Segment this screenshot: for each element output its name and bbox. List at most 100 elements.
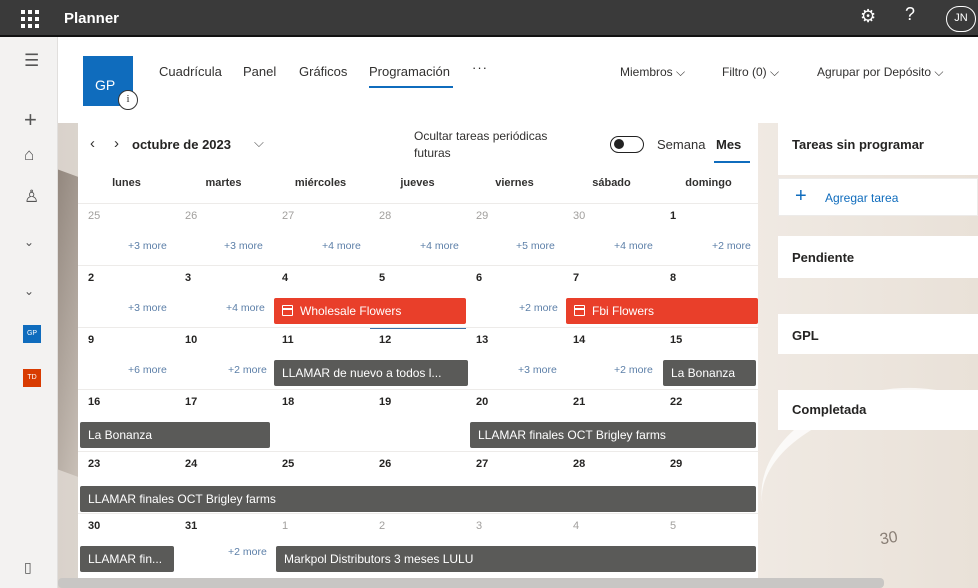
day-number[interactable]: 5 — [670, 520, 676, 532]
bucket-gpl[interactable]: GPL — [778, 314, 978, 354]
day-number[interactable]: 31 — [185, 520, 197, 532]
day-number[interactable]: 4 — [282, 272, 288, 284]
day-number[interactable]: 25 — [282, 458, 294, 470]
day-number[interactable]: 13 — [476, 334, 488, 346]
more-link[interactable]: +3 more — [128, 302, 167, 314]
event-la-bonanza[interactable]: La Bonanza — [80, 422, 270, 448]
day-number[interactable]: 1 — [670, 210, 676, 222]
tab-grid[interactable]: Cuadrícula — [159, 64, 222, 79]
plus-icon[interactable]: + — [0, 107, 58, 133]
group-by-button[interactable]: Agrupar por Depósito ⌵ — [817, 65, 944, 80]
more-link[interactable]: +3 more — [128, 240, 167, 252]
day-number[interactable]: 25 — [88, 210, 100, 222]
day-number[interactable]: 11 — [282, 334, 294, 346]
gear-icon[interactable]: ⚙ — [860, 6, 876, 27]
day-number[interactable]: 8 — [670, 272, 676, 284]
waffle-icon[interactable] — [18, 7, 40, 29]
event-llamar-brigley[interactable]: LLAMAR finales OCT Brigley farms — [80, 486, 756, 512]
day-number[interactable]: 30 — [573, 210, 585, 222]
day-number[interactable]: 28 — [379, 210, 391, 222]
horizontal-scrollbar[interactable] — [58, 578, 884, 588]
day-number[interactable]: 30 — [88, 520, 100, 532]
month-label[interactable]: octubre de 2023 — [132, 137, 231, 152]
day-number[interactable]: 3 — [476, 520, 482, 532]
view-week-button[interactable]: Semana — [657, 137, 705, 152]
app-name[interactable]: Planner — [64, 10, 119, 27]
more-link[interactable]: +2 more — [519, 302, 558, 314]
more-link[interactable]: +5 more — [516, 240, 555, 252]
more-link[interactable]: +4 more — [322, 240, 361, 252]
more-link[interactable]: +3 more — [224, 240, 263, 252]
chevron-down-icon[interactable]: ⌄ — [0, 284, 58, 298]
hamburger-icon[interactable]: ☰ — [0, 51, 58, 71]
next-month-icon[interactable]: › — [114, 135, 119, 152]
avatar[interactable]: JN — [946, 6, 976, 32]
day-number[interactable]: 29 — [476, 210, 488, 222]
day-number[interactable]: 9 — [88, 334, 94, 346]
day-number[interactable]: 21 — [573, 396, 585, 408]
more-tabs-button[interactable]: ··· — [472, 60, 488, 75]
day-number[interactable]: 19 — [379, 396, 391, 408]
previous-month-icon[interactable]: ‹ — [90, 135, 95, 152]
more-link[interactable]: +4 more — [226, 302, 265, 314]
day-number[interactable]: 26 — [185, 210, 197, 222]
more-link[interactable]: +3 more — [518, 364, 557, 376]
members-button[interactable]: Miembros ⌵ — [620, 65, 685, 80]
more-link[interactable]: +4 more — [420, 240, 459, 252]
day-number[interactable]: 1 — [282, 520, 288, 532]
day-number[interactable]: 26 — [379, 458, 391, 470]
event-fbi-flowers[interactable]: Fbi Flowers — [566, 298, 758, 324]
hide-recurring-toggle[interactable] — [610, 136, 644, 153]
day-number[interactable]: 7 — [573, 272, 579, 284]
day-number[interactable]: 4 — [573, 520, 579, 532]
tab-charts[interactable]: Gráficos — [299, 64, 347, 79]
day-number[interactable]: 23 — [88, 458, 100, 470]
bucket-completed[interactable]: Completada — [778, 390, 978, 430]
more-link[interactable]: +2 more — [228, 364, 267, 376]
event-wholesale-flowers[interactable]: Wholesale Flowers — [274, 298, 466, 324]
chevron-down-icon[interactable]: ⌄ — [0, 235, 58, 249]
day-number[interactable]: 27 — [282, 210, 294, 222]
day-number[interactable]: 14 — [573, 334, 585, 346]
filter-button[interactable]: Filtro (0) ⌵ — [722, 65, 779, 80]
day-number[interactable]: 3 — [185, 272, 191, 284]
person-icon[interactable]: ♙ — [0, 187, 58, 207]
event-markpol[interactable]: Markpol Distributors 3 meses LULU — [276, 546, 756, 572]
day-number[interactable]: 2 — [88, 272, 94, 284]
day-number[interactable]: 2 — [379, 520, 385, 532]
more-link[interactable]: +2 more — [228, 546, 267, 558]
day-number[interactable]: 27 — [476, 458, 488, 470]
day-number[interactable]: 5 — [379, 272, 385, 284]
tab-board[interactable]: Panel — [243, 64, 276, 79]
day-number[interactable]: 15 — [670, 334, 682, 346]
home-icon[interactable]: ⌂ — [0, 145, 58, 165]
rail-plan-gp[interactable]: GP — [23, 325, 41, 343]
day-number[interactable]: 10 — [185, 334, 197, 346]
bucket-pending[interactable]: Pendiente — [778, 236, 978, 278]
help-icon[interactable]: ? — [905, 4, 915, 25]
event-llamar-todos[interactable]: LLAMAR de nuevo a todos l... — [274, 360, 468, 386]
rail-plan-td[interactable]: TD — [23, 369, 41, 387]
day-number[interactable]: 20 — [476, 396, 488, 408]
day-number[interactable]: 16 — [88, 396, 100, 408]
more-link[interactable]: +6 more — [128, 364, 167, 376]
info-icon[interactable]: i — [118, 90, 138, 110]
chevron-down-icon[interactable]: ⌵ — [254, 135, 264, 151]
day-number[interactable]: 18 — [282, 396, 294, 408]
event-la-bonanza[interactable]: La Bonanza — [663, 360, 756, 386]
day-number[interactable]: 22 — [670, 396, 682, 408]
more-link[interactable]: +2 more — [712, 240, 751, 252]
event-llamar-brigley[interactable]: LLAMAR finales OCT Brigley farms — [470, 422, 756, 448]
more-link[interactable]: +4 more — [614, 240, 653, 252]
event-llamar-fin[interactable]: LLAMAR fin... — [80, 546, 174, 572]
day-number[interactable]: 17 — [185, 396, 197, 408]
phone-icon[interactable]: ▯ — [0, 559, 58, 576]
day-number[interactable]: 24 — [185, 458, 197, 470]
day-number[interactable]: 12 — [379, 334, 391, 346]
day-number[interactable]: 29 — [670, 458, 682, 470]
tab-schedule[interactable]: Programación — [369, 64, 450, 79]
view-month-button[interactable]: Mes — [716, 137, 741, 152]
more-link[interactable]: +2 more — [614, 364, 653, 376]
add-task-button[interactable]: + Agregar tarea — [778, 178, 978, 216]
day-number[interactable]: 28 — [573, 458, 585, 470]
